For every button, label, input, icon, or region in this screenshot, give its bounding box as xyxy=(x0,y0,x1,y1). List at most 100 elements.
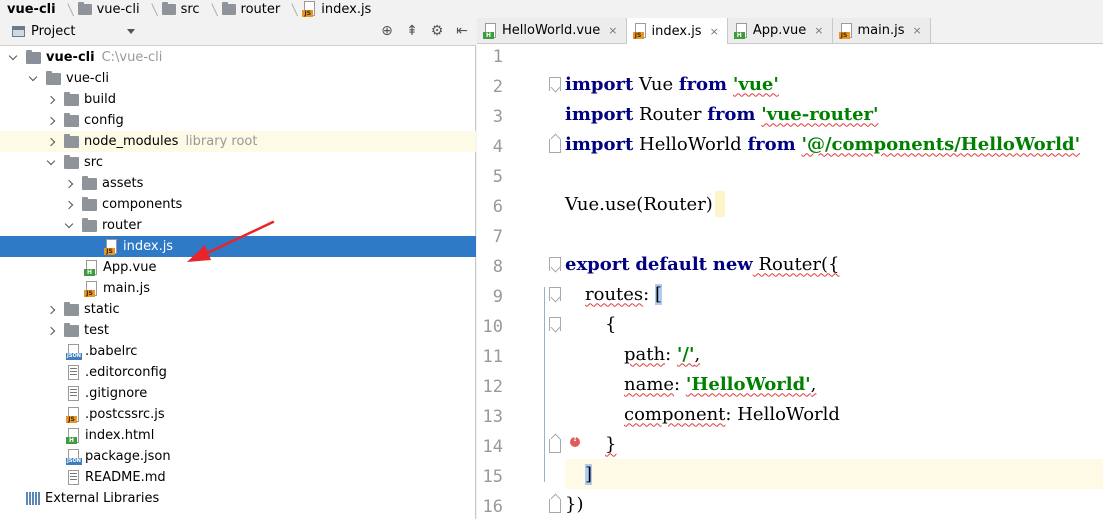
breadcrumb-item-src[interactable]: src xyxy=(161,1,200,17)
property-token: name xyxy=(624,373,675,395)
collapse-all-icon[interactable]: ⇞ xyxy=(404,22,420,40)
gear-icon[interactable]: ⚙ xyxy=(429,22,445,40)
tree-item-main-js[interactable]: JS main.js xyxy=(0,278,476,299)
punctuation-token: , xyxy=(694,343,701,365)
chevron-right-icon[interactable] xyxy=(64,200,74,210)
code-line-15: }) xyxy=(565,489,583,519)
folder-icon xyxy=(161,1,176,15)
tree-item-label: .editorconfig xyxy=(85,365,167,380)
code-line-5: Vue.use(Router) xyxy=(565,189,725,219)
tab-index-js[interactable]: JS index.js × xyxy=(626,18,728,44)
chevron-right-icon[interactable] xyxy=(46,305,56,315)
tab-app-vue[interactable]: H App.vue × xyxy=(727,18,833,43)
keyword-token: from xyxy=(678,73,728,95)
tree-item-config[interactable]: config xyxy=(0,110,476,131)
string-token: '/' xyxy=(676,343,695,365)
breadcrumb-item-vue-cli[interactable]: vue-cli xyxy=(77,1,140,17)
chevron-down-icon[interactable] xyxy=(46,158,56,168)
tree-item-label: src xyxy=(84,155,103,170)
tree-item-label: static xyxy=(84,302,120,317)
punctuation-token: : xyxy=(725,403,738,425)
tab-main-js[interactable]: JS main.js × xyxy=(832,18,931,43)
tree-item-editorconfig[interactable]: .editorconfig xyxy=(0,362,476,383)
project-tree: vue-cli C:\vue-cli vue-cli build config … xyxy=(0,47,476,509)
breadcrumb-item-project[interactable]: vue-cli xyxy=(7,2,56,17)
tree-item-external-libraries[interactable]: External Libraries xyxy=(0,488,476,509)
tree-item-index-html[interactable]: H index.html xyxy=(0,425,476,446)
folder-icon xyxy=(64,112,79,127)
identifier-token: Router xyxy=(633,103,708,125)
text-file-icon xyxy=(66,364,80,381)
fold-marker-icon[interactable] xyxy=(549,439,561,453)
line-number-gutter: 1 2 3 4 5 6 7 8 9 10 11 12 13 14 15 16 xyxy=(477,44,561,519)
tree-item-assets[interactable]: assets xyxy=(0,173,476,194)
breadcrumb-item-router[interactable]: router xyxy=(221,1,280,17)
line-number: 3 xyxy=(492,107,503,127)
tree-item-app-vue[interactable]: H App.vue xyxy=(0,257,476,278)
fold-marker-icon[interactable] xyxy=(549,257,561,271)
tree-item-vue-cli[interactable]: vue-cli xyxy=(0,68,476,89)
tree-item-babelrc[interactable]: JSON .babelrc xyxy=(0,341,476,362)
tree-item-project-root[interactable]: vue-cli C:\vue-cli xyxy=(0,47,476,68)
chevron-down-icon[interactable] xyxy=(28,74,38,84)
breadcrumb-separator xyxy=(206,2,216,16)
chevron-right-icon[interactable] xyxy=(46,116,56,126)
breadcrumb-item-index-js[interactable]: JS index.js xyxy=(302,1,371,17)
tree-item-package-json[interactable]: JSON package.json xyxy=(0,446,476,467)
tree-item-label: .postcssrc.js xyxy=(85,407,165,422)
close-icon[interactable]: × xyxy=(913,24,922,37)
line-number: 2 xyxy=(492,77,503,97)
fold-marker-icon[interactable] xyxy=(549,139,561,153)
tree-item-index-js[interactable]: JS index.js xyxy=(0,236,476,257)
bracket-token: } xyxy=(605,433,617,455)
close-icon[interactable]: × xyxy=(710,25,719,38)
hide-panel-icon[interactable]: ⇤ xyxy=(454,22,470,40)
bracket-token: [ xyxy=(654,283,662,305)
tree-item-label: .gitignore xyxy=(85,386,148,401)
project-view-selector[interactable]: Project xyxy=(0,20,135,44)
tree-item-src[interactable]: src xyxy=(0,152,476,173)
keyword-token: import xyxy=(565,103,634,125)
tree-item-node-modules[interactable]: node_modules library root xyxy=(0,131,476,152)
locate-file-icon[interactable]: ⊕ xyxy=(379,22,395,40)
tree-item-readme[interactable]: README.md xyxy=(0,467,476,488)
fold-marker-icon[interactable] xyxy=(549,287,561,301)
error-bulb-icon[interactable] xyxy=(569,434,581,451)
chevron-right-icon[interactable] xyxy=(64,179,74,189)
tree-item-postcssrc-js[interactable]: JS .postcssrc.js xyxy=(0,404,476,425)
code-line-12: component: HelloWorld xyxy=(624,399,840,429)
project-view-label: Project xyxy=(31,24,76,39)
tree-item-components[interactable]: components xyxy=(0,194,476,215)
close-icon[interactable]: × xyxy=(608,24,617,37)
fold-marker-icon[interactable] xyxy=(549,77,561,91)
close-icon[interactable]: × xyxy=(814,24,823,37)
tree-item-label: test xyxy=(84,323,109,338)
line-number: 8 xyxy=(492,257,503,277)
vue-file-icon: H xyxy=(483,22,497,39)
tree-item-label: vue-cli xyxy=(66,71,109,86)
code-editor[interactable]: import Vue from 'vue' import Router from… xyxy=(565,44,1103,519)
tree-item-test[interactable]: test xyxy=(0,320,476,341)
fold-marker-icon[interactable] xyxy=(549,499,561,513)
chevron-right-icon[interactable] xyxy=(46,326,56,336)
keyword-token: from xyxy=(707,103,756,125)
chevron-down-icon[interactable] xyxy=(64,221,74,231)
tree-item-static[interactable]: static xyxy=(0,299,476,320)
bracket-token: }) xyxy=(565,493,584,515)
code-line-7: export default new Router({ xyxy=(565,249,839,279)
chevron-down-icon[interactable] xyxy=(8,53,18,63)
js-file-icon: JS xyxy=(632,23,647,39)
tree-item-build[interactable]: build xyxy=(0,89,476,110)
folder-icon xyxy=(64,154,79,169)
chevron-right-icon[interactable] xyxy=(46,137,56,147)
bracket-token: { xyxy=(605,313,617,335)
code-line-11: name: 'HelloWorld', xyxy=(624,369,816,399)
tree-item-gitignore[interactable]: .gitignore xyxy=(0,383,476,404)
tree-item-router[interactable]: router xyxy=(0,215,476,236)
fold-marker-icon[interactable] xyxy=(549,317,561,331)
line-number: 6 xyxy=(492,197,503,217)
keyword-token: default xyxy=(635,253,707,275)
string-token: 'HelloWorld' xyxy=(685,373,811,395)
tab-helloworld-vue[interactable]: H HelloWorld.vue × xyxy=(477,18,627,43)
chevron-right-icon[interactable] xyxy=(46,95,56,105)
